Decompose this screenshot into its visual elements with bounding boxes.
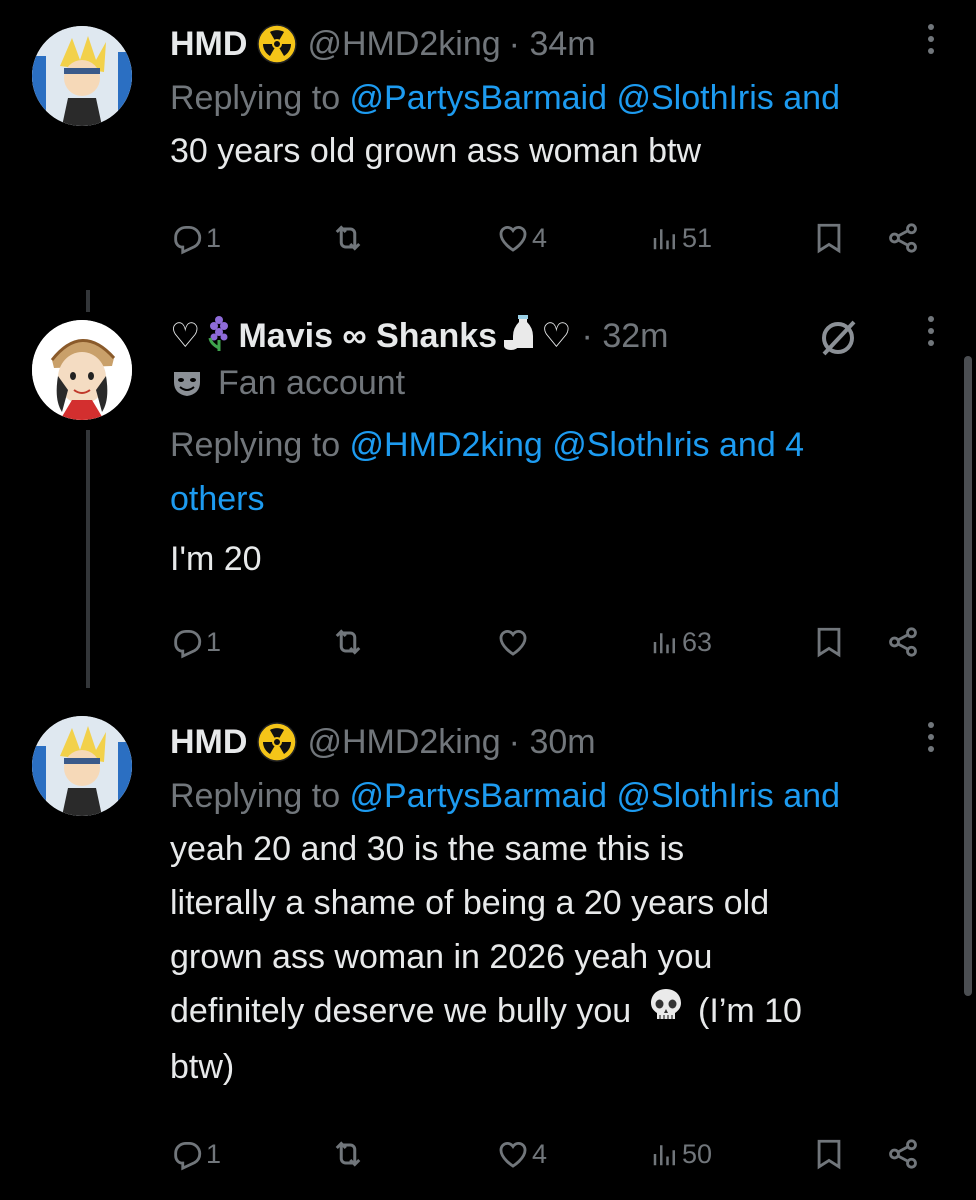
timestamp[interactable]: · 32m (582, 317, 669, 356)
heart-icon (496, 1137, 530, 1171)
views-button[interactable]: 50 (650, 1132, 712, 1176)
view-count: 51 (682, 222, 713, 253)
more-options-icon[interactable] (928, 722, 936, 758)
display-name[interactable]: HMD (170, 25, 247, 64)
tweet-text-segment: definitely deserve we bully you (170, 992, 632, 1030)
tweet-text-line: definitely deserve we bully you (I’m 10 (170, 984, 976, 1040)
bookmark-icon (812, 625, 846, 659)
user-handle[interactable]: @HMD2king (307, 723, 500, 762)
name-prefix: ♡ (170, 317, 201, 355)
like-count: 4 (532, 1138, 548, 1169)
views-button[interactable]: 63 (650, 620, 712, 664)
name-suffix: ♡ (541, 317, 572, 355)
bookmark-button[interactable] (812, 1132, 846, 1176)
like-button[interactable] (496, 620, 532, 664)
like-button[interactable]: 4 (496, 1132, 547, 1176)
skull-icon (647, 986, 685, 1040)
replying-to: Replying to @HMD2king @SlothIris and 4 o… (170, 418, 976, 526)
retweet-icon (330, 624, 366, 660)
retweet-button[interactable] (330, 216, 368, 260)
replying-links[interactable]: @PartysBarmaid @SlothIris and (350, 79, 840, 117)
share-button[interactable] (886, 216, 920, 260)
avatar[interactable] (32, 716, 132, 816)
like-count: 4 (532, 222, 548, 253)
tweet-text: I'm 20 (170, 540, 262, 578)
retweet-icon (330, 1136, 366, 1172)
view-count: 50 (682, 1138, 713, 1169)
views-icon (650, 1139, 680, 1169)
reply-button[interactable]: 1 (170, 1132, 221, 1176)
more-options-icon[interactable] (928, 316, 936, 352)
hyacinth-icon (206, 312, 232, 361)
user-handle[interactable]: @HMD2king (307, 25, 500, 64)
bookmark-button[interactable] (812, 620, 846, 664)
tweet-3[interactable]: HMD @HMD2king · 30m Replying to @PartysB… (0, 700, 976, 1200)
replying-links[interactable]: @HMD2king @SlothIris and 4 (350, 426, 805, 464)
reply-count: 1 (206, 626, 222, 657)
like-button[interactable]: 4 (496, 216, 547, 260)
radioactive-icon (257, 24, 297, 64)
replying-to: Replying to @PartysBarmaid @SlothIris an… (170, 770, 976, 822)
retweet-button[interactable] (330, 1132, 368, 1176)
reply-count: 1 (206, 1138, 222, 1169)
heart-icon (496, 221, 530, 255)
more-options-icon[interactable] (928, 24, 936, 60)
tweet-1[interactable]: HMD @HMD2king · 34m Replying to @PartysB… (0, 0, 976, 290)
reply-icon (170, 1137, 204, 1171)
reply-count: 1 (206, 222, 222, 253)
reply-icon (170, 625, 204, 659)
share-button[interactable] (886, 620, 920, 664)
tweet-text-line: yeah 20 and 30 is the same this is (170, 830, 685, 868)
retweet-icon (330, 220, 366, 256)
tweet-text-segment: (I’m 10 (688, 992, 802, 1030)
view-count: 63 (682, 626, 713, 657)
timestamp[interactable]: · 30m (509, 723, 596, 762)
scrollbar[interactable] (964, 356, 972, 996)
replying-links-others[interactable]: others (170, 480, 265, 518)
masks-icon (174, 372, 200, 396)
tweet-text: yeah 20 and 30 is the same this is liter… (170, 822, 976, 1094)
retweet-button[interactable] (330, 620, 368, 664)
tweet-text-line: btw) (170, 1048, 235, 1087)
replying-prefix: Replying to (170, 426, 350, 464)
bookmark-icon (812, 1137, 846, 1171)
heart-icon (496, 625, 530, 659)
reply-icon (170, 221, 204, 255)
share-icon (886, 625, 920, 659)
tweet-text-line: literally a shame of being a 20 years ol… (170, 884, 770, 922)
tweet-2[interactable]: ♡ Mavis ∞ Shanks ♡ · 32m Fan account Rep… (0, 290, 976, 700)
display-name[interactable]: Mavis ∞ Shanks (238, 317, 497, 356)
timestamp[interactable]: · 34m (509, 25, 596, 64)
tweet-text-line: grown ass woman in 2026 yeah you (170, 938, 713, 976)
tweet-text: 30 years old grown ass woman btw (170, 132, 702, 170)
replying-links[interactable]: @PartysBarmaid @SlothIris and (350, 777, 840, 815)
share-icon (886, 221, 920, 255)
radioactive-icon (257, 722, 297, 762)
replying-prefix: Replying to (170, 777, 350, 815)
display-name[interactable]: HMD (170, 723, 247, 762)
bookmark-button[interactable] (812, 216, 846, 260)
share-button[interactable] (886, 1132, 920, 1176)
label-text: Fan account (218, 363, 406, 402)
avatar[interactable] (32, 26, 132, 126)
bookmark-icon (812, 221, 846, 255)
avatar[interactable] (32, 320, 132, 420)
sake-icon (501, 312, 541, 361)
grok-icon[interactable] (816, 316, 860, 369)
reply-button[interactable]: 1 (170, 216, 221, 260)
replying-to: Replying to @PartysBarmaid @SlothIris an… (170, 72, 976, 124)
reply-button[interactable]: 1 (170, 620, 221, 664)
views-icon (650, 627, 680, 657)
views-button[interactable]: 51 (650, 216, 712, 260)
replying-prefix: Replying to (170, 79, 350, 117)
views-icon (650, 223, 680, 253)
share-icon (886, 1137, 920, 1171)
